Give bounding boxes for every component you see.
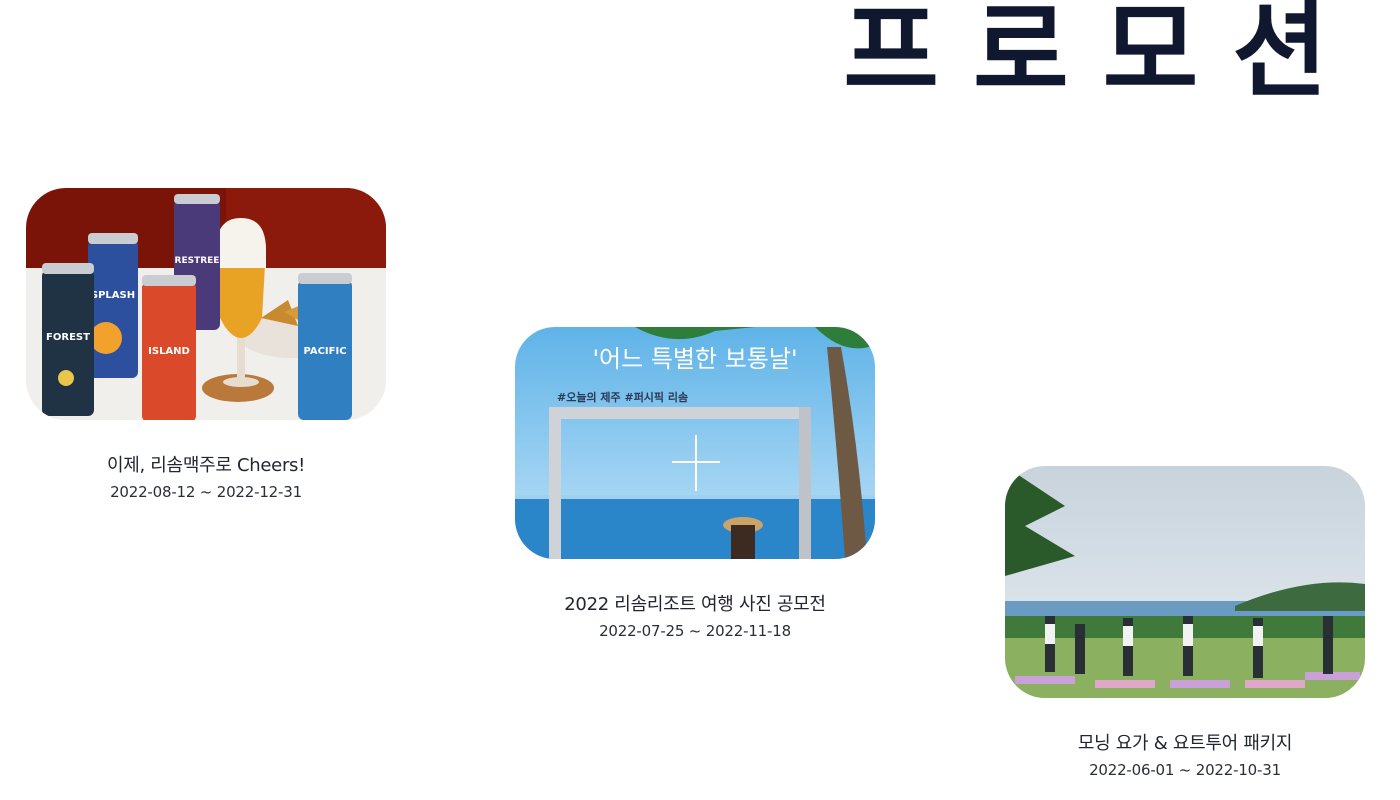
promotion-card[interactable]: '어느 특별한 보통날' #오늘의 제주 #퍼시픽 리솜 2022 리솜리조트 … <box>515 327 875 640</box>
promotion-card[interactable]: RESTREE SPLASH FOREST ISLAND PACIFIC 이제,… <box>26 188 386 501</box>
photo-hashtags: #오늘의 제주 #퍼시픽 리솜 <box>557 390 688 404</box>
ocean-frame-photo: '어느 특별한 보통날' #오늘의 제주 #퍼시픽 리솜 <box>515 327 875 559</box>
promotion-title[interactable]: 모닝 요가 & 요트투어 패키지 <box>1005 729 1365 755</box>
beer-cans-photo: RESTREE SPLASH FOREST ISLAND PACIFIC <box>26 188 386 420</box>
promotion-card[interactable]: 모닝 요가 & 요트투어 패키지 2022-06-01 ~ 2022-10-31 <box>1005 466 1365 779</box>
promotion-date: 2022-06-01 ~ 2022-10-31 <box>1089 761 1281 779</box>
promotion-date: 2022-07-25 ~ 2022-11-18 <box>599 622 791 640</box>
photo-headline: '어느 특별한 보통날' <box>592 345 797 373</box>
promotion-thumbnail-photo-contest[interactable]: '어느 특별한 보통날' #오늘의 제주 #퍼시픽 리솜 <box>515 327 875 559</box>
promotion-date: 2022-08-12 ~ 2022-12-31 <box>110 483 302 501</box>
can-label-restree: RESTREE <box>175 256 220 266</box>
promotion-title[interactable]: 2022 리솜리조트 여행 사진 공모전 <box>515 590 875 616</box>
promotion-title[interactable]: 이제, 리솜맥주로 Cheers! <box>26 451 386 477</box>
can-label-pacific: PACIFIC <box>303 346 346 357</box>
yoga-lawn-photo <box>1005 466 1365 698</box>
page-title: 프로모션 <box>843 0 1362 112</box>
promotion-thumbnail-yoga[interactable] <box>1005 466 1365 698</box>
can-label-forest: FOREST <box>46 332 90 343</box>
can-label-island: ISLAND <box>148 346 190 357</box>
can-label-splash: SPLASH <box>91 290 135 301</box>
promotion-thumbnail-beer[interactable]: RESTREE SPLASH FOREST ISLAND PACIFIC <box>26 188 386 420</box>
